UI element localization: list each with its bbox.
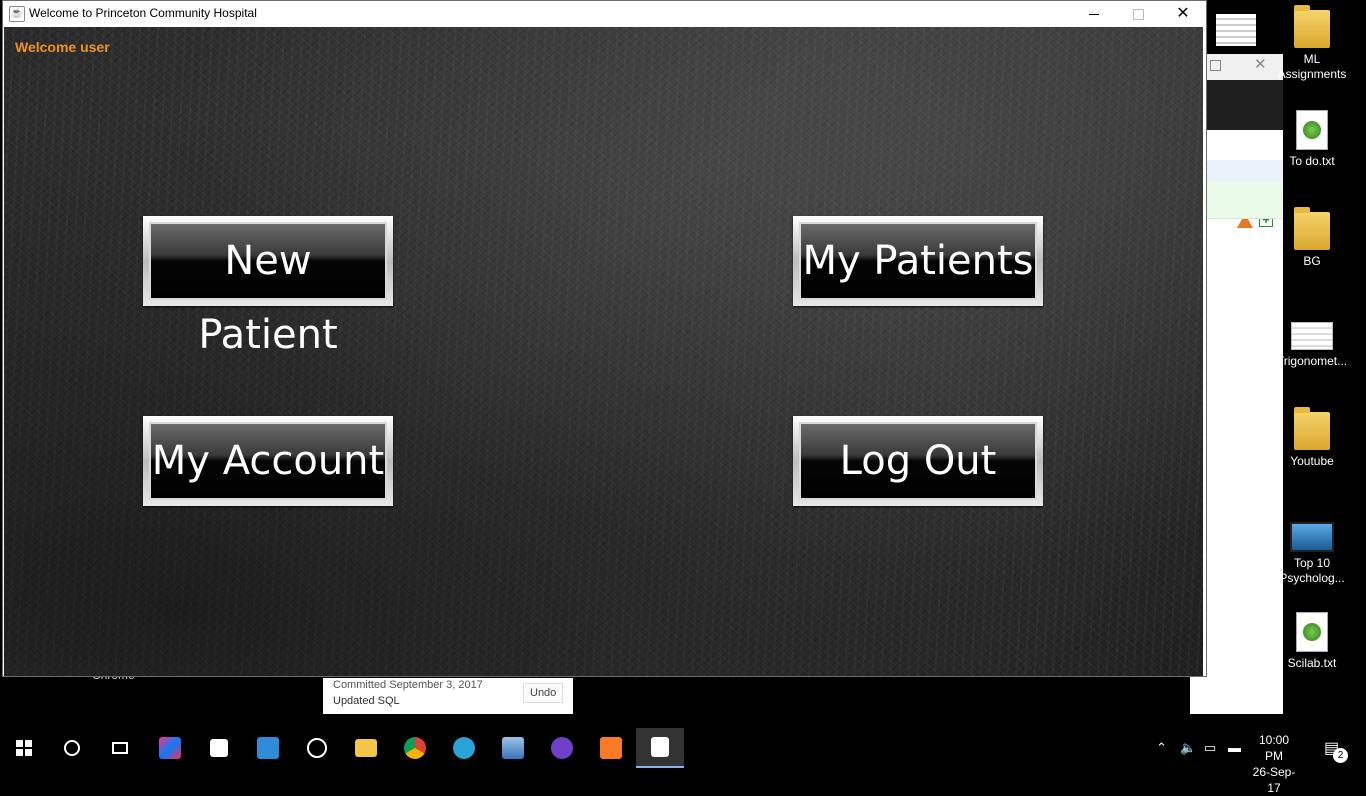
window-title: Welcome to Princeton Community Hospital (29, 6, 257, 20)
taskbar-virtualbox[interactable] (489, 728, 537, 768)
file-explorer-icon (355, 739, 377, 757)
commit-message: Updated SQL (333, 695, 400, 707)
cortana-button[interactable] (48, 728, 96, 768)
taskbar-xampp[interactable] (587, 728, 635, 768)
store-icon (210, 739, 228, 757)
log-out-button[interactable]: Log Out (793, 416, 1043, 506)
chrome-icon (404, 737, 426, 759)
desktop-icon-label: ML Assignments (1277, 52, 1347, 81)
java-icon: ☕ (9, 6, 25, 22)
desktop-icon-label: Trigonomet... (1276, 354, 1348, 368)
java-icon (651, 737, 669, 757)
welcome-label: Welcome user (15, 39, 110, 55)
folder-icon (1294, 407, 1330, 450)
main-window: ☕ Welcome to Princeton Community Hospita… (2, 0, 1207, 677)
taskbar-java[interactable] (636, 728, 684, 768)
new-patient-button[interactable]: New Patient (143, 216, 393, 358)
desktop-icon-trigonometry[interactable]: Trigonomet... (1272, 312, 1352, 369)
commit-date: Committed September 3, 2017 (333, 679, 483, 691)
close-icon[interactable]: ✕ (1254, 55, 1267, 73)
desktop-icon-label: Youtube (1290, 454, 1334, 468)
taskbar-file-explorer[interactable] (342, 728, 390, 768)
folder-icon (1294, 207, 1330, 250)
xampp-icon (600, 737, 622, 759)
maximize-button[interactable] (1115, 1, 1161, 27)
my-account-label: My Account (149, 422, 387, 500)
desktop-icon-bg[interactable]: BG (1272, 207, 1352, 269)
taskbar-intellij[interactable] (146, 728, 194, 768)
text-file-icon (1296, 612, 1328, 652)
video-file-icon (1290, 522, 1334, 552)
desktop-icon-todo[interactable]: To do.txt (1272, 110, 1352, 169)
undo-button[interactable]: Undo (523, 683, 564, 703)
battery-icon[interactable]: ▬ (1228, 740, 1241, 755)
windows-logo-icon (16, 740, 32, 756)
taskbar: ⌃ 🔈 ▭ ▬ 10:00 PM 26-Sep-17 ▤ (0, 728, 1366, 795)
my-account-button[interactable]: My Account (143, 416, 393, 506)
new-patient-label: New Patient (149, 222, 387, 358)
taskbar-browser[interactable] (440, 728, 488, 768)
intellij-icon (159, 737, 181, 759)
app-installer-icon (257, 737, 279, 759)
leather-background-panel: Welcome user New Patient My Patients My … (4, 27, 1203, 676)
my-patients-label: My Patients (799, 222, 1037, 300)
desktop-icon-top10-psychology[interactable]: Top 10 Psycholog... (1272, 512, 1352, 586)
commit-panel: Committed September 3, 2017 Updated SQL … (323, 678, 573, 714)
log-out-label: Log Out (799, 422, 1037, 500)
clock-time: 10:00 PM (1258, 733, 1290, 763)
cortana-icon (64, 740, 80, 756)
minimize-button[interactable] (1071, 1, 1117, 27)
taskbar-chrome[interactable] (391, 728, 439, 768)
start-button[interactable] (0, 728, 48, 768)
image-file-icon (1291, 322, 1333, 350)
iheartradio-icon (307, 738, 327, 758)
desktop-icon-ml-assignments[interactable]: ML Assignments (1272, 5, 1352, 82)
desktop-icon-label: Scilab.txt (1287, 656, 1337, 670)
desktop-icon-youtube[interactable]: Youtube (1272, 407, 1352, 469)
maximize-icon (1133, 9, 1144, 20)
task-view-button[interactable] (96, 728, 144, 768)
desktop-icon-scilab[interactable]: Scilab.txt (1272, 612, 1352, 671)
notification-count-badge: 2 (1333, 748, 1348, 763)
taskbar-iheartradio[interactable] (293, 728, 341, 768)
desktop-icon-label: BG (1303, 254, 1321, 268)
task-view-icon (112, 742, 128, 754)
taskbar-github[interactable] (538, 728, 586, 768)
chevron-up-icon[interactable]: ⌃ (1156, 740, 1167, 756)
title-bar[interactable]: ☕ Welcome to Princeton Community Hospita… (3, 1, 1206, 27)
network-icon[interactable]: ▭ (1204, 740, 1216, 756)
maximize-icon[interactable] (1210, 60, 1221, 71)
taskbar-store[interactable] (195, 728, 243, 768)
system-clock[interactable]: 10:00 PM 26-Sep-17 (1249, 732, 1299, 796)
my-patients-button[interactable]: My Patients (793, 216, 1043, 306)
virtualbox-icon (502, 737, 524, 759)
volume-icon[interactable]: 🔈 (1180, 740, 1196, 756)
github-icon (551, 737, 573, 759)
close-button[interactable]: ✕ (1160, 1, 1206, 27)
desktop-icon-label: Top 10 Psycholog... (1279, 556, 1345, 585)
minimize-icon (1089, 14, 1099, 15)
browser-icon (453, 737, 475, 759)
clock-date: 26-Sep-17 (1252, 765, 1296, 795)
desktop-thumbnail (1216, 14, 1256, 46)
taskbar-app-installer[interactable] (244, 728, 292, 768)
text-file-icon (1296, 110, 1328, 150)
folder-icon (1294, 5, 1330, 48)
desktop-icon-label: To do.txt (1289, 154, 1335, 168)
close-icon: ✕ (1176, 5, 1190, 22)
